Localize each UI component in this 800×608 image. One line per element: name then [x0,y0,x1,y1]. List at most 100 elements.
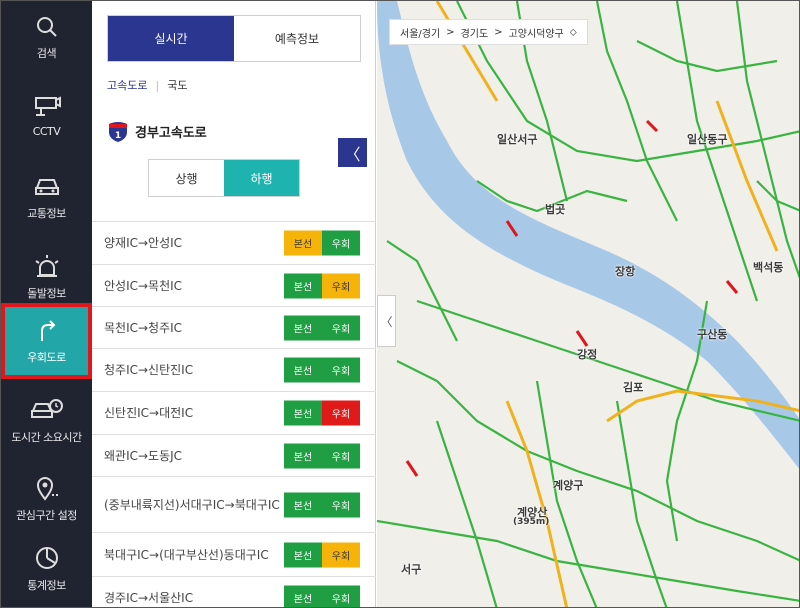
map-label: 백석동 [753,261,784,274]
main-road-status-badge: 본선 [284,492,322,517]
main-road-status-badge: 본선 [284,357,322,383]
collapse-panel-button[interactable]: 〈 [338,138,367,167]
road [595,1,678,222]
segment-name: 안성IC→목천IC [104,278,183,293]
nav-item-search[interactable]: 검색 [1,1,92,81]
breadcrumb-item[interactable]: 경기도 [461,25,489,40]
list-item[interactable]: 왜관IC→도동JC 본선 우회 [92,435,376,477]
nav-item-label: 도시간 소요시간 [11,431,82,444]
left-nav: 검색 CCTV 교통정보 돌발정보 우회도로 도시간 소요시간 관심구간 설정 [1,1,92,607]
map-label: 법곳 [545,203,566,216]
detour-status-badge: 우회 [322,585,360,607]
list-item[interactable]: 신탄진IC→대전IC 본선 우회 [92,392,376,435]
nav-item-traffic[interactable]: 교통정보 [1,161,92,241]
nav-item-detour[interactable]: 우회도로 [1,303,92,379]
direction-up-button[interactable]: 상행 [149,160,224,196]
map-label: (395m) [513,517,550,527]
nav-item-label: CCTV [32,125,61,138]
divider: | [155,78,160,92]
detour-status-badge: 우회 [322,230,360,256]
main-road-status-badge: 본선 [284,400,322,426]
location-pin-icon [36,477,58,501]
chevron-right-icon: > [446,26,455,38]
list-item[interactable]: 목천IC→청주IC 본선 우회 [92,307,376,349]
detour-route-list: 양재IC→안성IC 본선 우회 안성IC→목천IC 본선 우회 목천IC→청주IC … [92,221,376,607]
nav-item-label: 우회도로 [27,351,66,364]
road [636,40,778,73]
detour-status-badge: 우회 [322,542,360,567]
road [675,1,759,302]
nav-item-label: 돌발정보 [27,287,66,300]
tab-national-road[interactable]: 국도 [167,77,187,93]
nav-item-label: 검색 [36,47,57,60]
segment-name: 신탄진IC→대전IC [104,406,194,420]
app-window: 검색 CCTV 교통정보 돌발정보 우회도로 도시간 소요시간 관심구간 설정 [0,0,800,608]
list-item[interactable]: (중부내륙지선)서대구IC→북대구IC 본선 우회 [92,477,376,533]
map-canvas[interactable] [377,1,800,608]
list-item[interactable]: 북대구IC→(대구부산선)동대구IC 본선 우회 [92,533,376,577]
road-type-tabs: 고속도로 | 국도 [107,77,187,93]
nav-item-intercity-time[interactable]: 도시간 소요시간 [1,383,92,463]
chevron-down-icon[interactable]: ⬦ [570,27,577,38]
tab-realtime[interactable]: 실시간 [108,16,234,61]
traffic-map[interactable]: 서울/경기 > 경기도 > 고양시덕양구 ⬦ 〈 일산서구 일산동구 법곳 장항… [377,1,800,608]
road [715,100,779,252]
main-road-status-badge: 본선 [284,443,322,468]
detour-status-badge: 우회 [322,273,360,298]
han-river [377,1,799,469]
road [735,1,799,279]
map-label: 김포 [623,381,644,394]
list-item[interactable]: 청주IC→신탄진IC 본선 우회 [92,349,376,392]
expressway-shield-icon: 1 [109,122,127,142]
map-label: 장항 [615,265,636,278]
nav-item-interest-section[interactable]: 관심구간 설정 [1,461,92,541]
map-label: 서구 [401,563,422,576]
road [405,460,419,477]
segment-name: 왜관IC→도동JC [104,448,183,463]
chevron-right-icon: > [494,26,503,38]
detour-status-badge: 우회 [322,492,360,517]
segment-name: 북대구IC→(대구부산선)동대구IC [104,547,269,562]
list-item[interactable]: 양재IC→안성IC 본선 우회 [92,222,376,265]
direction-down-button[interactable]: 하행 [224,160,299,196]
chart-icon [35,547,58,569]
map-label: 일산서구 [497,133,538,146]
detour-icon [40,320,55,341]
car-icon [34,179,59,195]
nav-item-statistics[interactable]: 통계정보 [1,531,92,607]
road [575,330,589,347]
detour-status-badge: 우회 [322,443,360,468]
road [435,420,498,607]
main-road-status-badge: 본선 [284,542,322,567]
route-title: 경부고속도로 [135,125,207,141]
nav-item-label: 교통정보 [27,207,66,220]
detour-status-badge: 우회 [322,400,360,426]
direction-toggle: 상행 하행 [148,159,300,197]
list-item[interactable]: 안성IC→목천IC 본선 우회 [92,265,376,307]
panel-toggle-button[interactable]: 〈 [377,295,396,347]
car-clock-icon [30,399,63,418]
road [435,1,499,102]
breadcrumb-item[interactable]: 서울/경기 [400,25,440,40]
main-road-status-badge: 본선 [284,315,322,340]
road [615,400,668,607]
nav-item-label: 관심구간 설정 [16,509,77,522]
detour-panel: 실시간 예측정보 고속도로 | 국도 1 경부고속도로 〈 상행 하행 양재IC… [92,1,376,607]
breadcrumb-item[interactable]: 고양시덕양구 [509,25,564,40]
list-item[interactable]: 경주IC→서울산IC 본선 우회 [92,577,376,607]
detour-status-badge: 우회 [322,357,360,383]
map-label: 일산동구 [687,133,728,146]
tab-forecast[interactable]: 예측정보 [234,16,360,61]
tab-expressway[interactable]: 고속도로 [107,77,147,93]
road [386,240,458,342]
segment-name: (중부내륙지선)서대구IC→북대구IC [104,497,280,512]
map-label: 계양구 [553,479,584,492]
map-label: 강정 [577,348,598,361]
segment-name: 경주IC→서울산IC [104,590,194,605]
nav-item-cctv[interactable]: CCTV [1,81,92,161]
segment-name: 목천IC→청주IC [104,320,183,335]
map-label: 구산동 [697,328,728,341]
segment-name: 청주IC→신탄진IC [104,363,194,377]
main-road-status-badge: 본선 [284,585,322,607]
route-number: 1 [115,131,121,141]
